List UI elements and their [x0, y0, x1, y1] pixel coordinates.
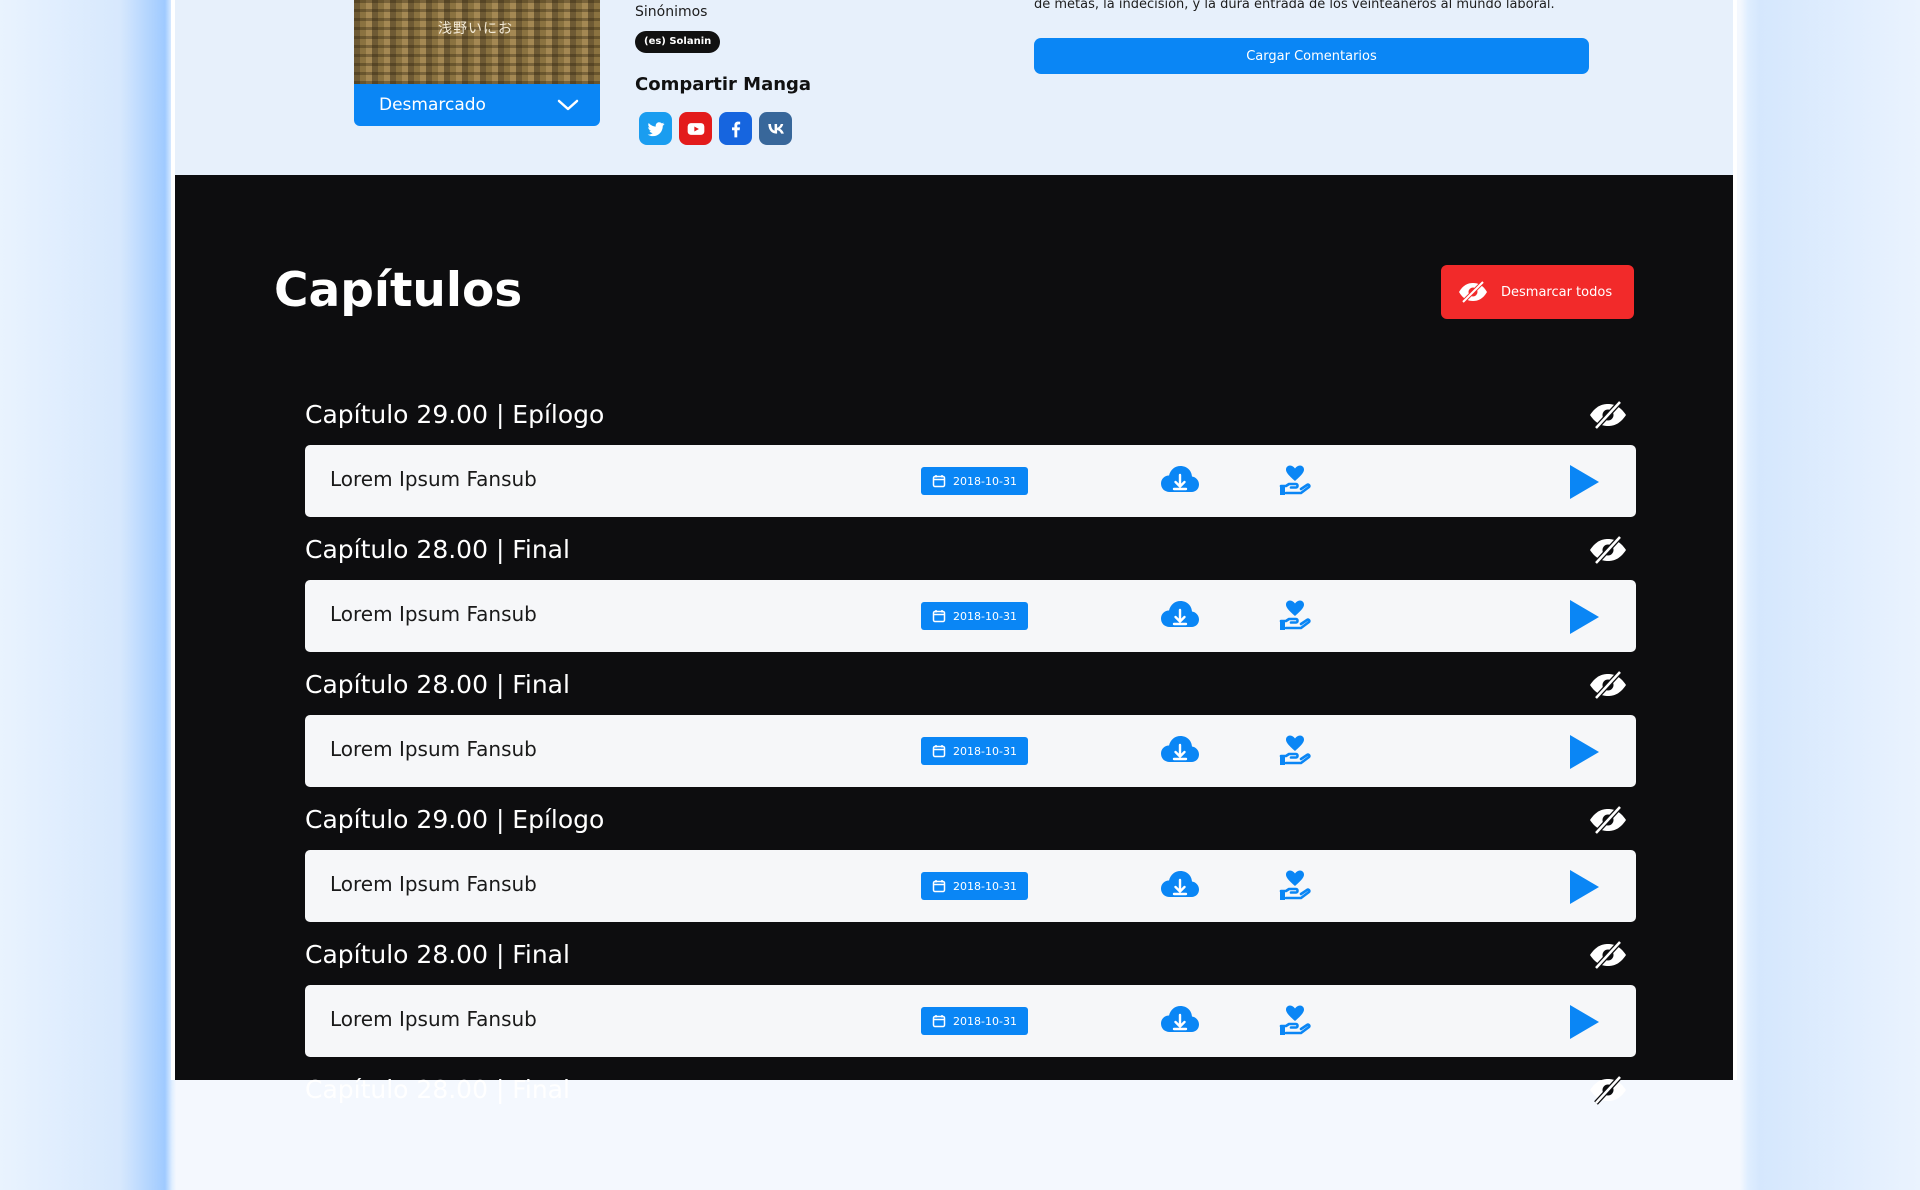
play-icon[interactable]	[1567, 733, 1601, 771]
synonym-badge: (es) Solanin	[635, 31, 721, 53]
eye-slash-icon[interactable]	[1588, 670, 1628, 700]
scanlation-group[interactable]: Lorem Ipsum Fansub	[330, 602, 537, 626]
eye-slash-icon[interactable]	[1588, 940, 1628, 970]
chapter-upload-row[interactable]: Lorem Ipsum Fansub 2018-10-31	[305, 580, 1636, 652]
chapter-item: Capítulo 29.00 | Epílogo Lorem Ipsum Fan…	[305, 785, 1636, 922]
chapter-item: Capítulo 28.00 | Final Lorem Ipsum Fansu…	[305, 650, 1636, 787]
date-badge: 2018-10-31	[921, 737, 1028, 765]
chapter-item: Capítulo 28.00 | Final Lorem Ipsum Fansu…	[305, 920, 1636, 1057]
chapter-title: Capítulo 28.00 | Final	[305, 1075, 570, 1104]
share-icons	[639, 112, 792, 145]
cloud-download-icon[interactable]	[1160, 734, 1200, 768]
scanlation-group[interactable]: Lorem Ipsum Fansub	[330, 737, 537, 761]
reading-status-select[interactable]: Desmarcado	[354, 84, 600, 126]
date-badge: 2018-10-31	[921, 1007, 1028, 1035]
donate-icon[interactable]	[1279, 867, 1311, 903]
twitter-share-button[interactable]	[639, 112, 672, 145]
chapter-title: Capítulo 29.00 | Epílogo	[305, 805, 605, 834]
chapter-item: Capítulo 28.00 | Final Lorem Ipsum Fansu…	[305, 515, 1636, 652]
facebook-share-button[interactable]	[719, 112, 752, 145]
play-icon[interactable]	[1567, 868, 1601, 906]
play-icon[interactable]	[1567, 1003, 1601, 1041]
chapter-header: Capítulo 28.00 | Final	[305, 515, 1636, 587]
chapter-title: Capítulo 29.00 | Epílogo	[305, 400, 605, 429]
play-icon[interactable]	[1567, 598, 1601, 636]
chapter-item: Capítulo 29.00 | Epílogo Lorem Ipsum Fan…	[305, 380, 1636, 517]
donate-icon[interactable]	[1279, 1002, 1311, 1038]
chapter-title: Capítulo 28.00 | Final	[305, 670, 570, 699]
chapter-upload-row[interactable]: Lorem Ipsum Fansub 2018-10-31	[305, 985, 1636, 1057]
cloud-download-icon[interactable]	[1160, 869, 1200, 903]
cloud-download-icon[interactable]	[1160, 599, 1200, 633]
date-badge: 2018-10-31	[921, 602, 1028, 630]
cover-title-text: 浅野いにお	[438, 21, 513, 37]
chapter-upload-row[interactable]: Lorem Ipsum Fansub 2018-10-31	[305, 445, 1636, 517]
cloud-download-icon[interactable]	[1160, 1004, 1200, 1038]
share-title: Compartir Manga	[635, 74, 812, 95]
chapter-list: Capítulo 29.00 | Epílogo Lorem Ipsum Fan…	[305, 380, 1636, 1190]
chevron-down-icon	[557, 99, 579, 111]
chapter-upload-row[interactable]: Lorem Ipsum Fansub 2018-10-31	[305, 715, 1636, 787]
upload-date: 2018-10-31	[953, 744, 1017, 758]
donate-icon[interactable]	[1279, 732, 1311, 768]
manga-cover: 浅野いにお	[354, 0, 600, 84]
upload-date: 2018-10-31	[953, 609, 1017, 623]
load-comments-button[interactable]: Cargar Comentarios	[1034, 38, 1589, 74]
calendar-icon	[932, 475, 946, 488]
twitter-icon	[647, 121, 664, 136]
chapter-title: Capítulo 28.00 | Final	[305, 940, 570, 969]
chapters-section: Capítulos Desmarcar todos Capítulo 29.00…	[175, 175, 1733, 1105]
eye-slash-icon	[1459, 280, 1487, 304]
calendar-icon	[932, 880, 946, 893]
chapter-header: Capítulo 28.00 | Final	[305, 650, 1636, 722]
donate-icon[interactable]	[1279, 597, 1311, 633]
play-icon[interactable]	[1567, 463, 1601, 501]
chapter-header: Capítulo 28.00 | Final	[305, 920, 1636, 992]
date-badge: 2018-10-31	[921, 872, 1028, 900]
donate-icon[interactable]	[1279, 462, 1311, 498]
calendar-icon	[932, 610, 946, 623]
scanlation-group[interactable]: Lorem Ipsum Fansub	[330, 872, 537, 896]
youtube-icon	[687, 122, 704, 135]
upload-date: 2018-10-31	[953, 879, 1017, 893]
calendar-icon	[932, 1015, 946, 1028]
chapter-header: Capítulo 29.00 | Epílogo	[305, 785, 1636, 857]
scanlation-group[interactable]: Lorem Ipsum Fansub	[330, 467, 537, 491]
vk-icon	[767, 123, 784, 134]
upload-date: 2018-10-31	[953, 474, 1017, 488]
date-badge: 2018-10-31	[921, 467, 1028, 495]
chapter-header: Capítulo 28.00 | Final	[305, 1055, 1636, 1127]
eye-slash-icon[interactable]	[1588, 535, 1628, 565]
manga-description: de metas, la indecisión, y la dura entra…	[1034, 0, 1555, 12]
chapters-title: Capítulos	[274, 263, 523, 318]
vk-share-button[interactable]	[759, 112, 792, 145]
chapter-title: Capítulo 28.00 | Final	[305, 535, 570, 564]
eye-slash-icon[interactable]	[1588, 805, 1628, 835]
synonyms-label: Sinónimos	[635, 4, 708, 20]
chapter-upload-row[interactable]: Lorem Ipsum Fansub 2018-10-31	[305, 850, 1636, 922]
reading-status-value: Desmarcado	[379, 95, 486, 115]
cloud-download-icon[interactable]	[1160, 464, 1200, 498]
unmark-all-button[interactable]: Desmarcar todos	[1441, 265, 1634, 319]
facebook-icon	[731, 121, 740, 137]
calendar-icon	[932, 745, 946, 758]
unmark-all-label: Desmarcar todos	[1501, 284, 1613, 300]
scanlation-group[interactable]: Lorem Ipsum Fansub	[330, 1007, 537, 1031]
youtube-share-button[interactable]	[679, 112, 712, 145]
upload-date: 2018-10-31	[953, 1014, 1017, 1028]
eye-slash-icon[interactable]	[1588, 400, 1628, 430]
chapter-header: Capítulo 29.00 | Epílogo	[305, 380, 1636, 452]
chapter-item: Capítulo 28.00 | Final	[305, 1055, 1636, 1190]
